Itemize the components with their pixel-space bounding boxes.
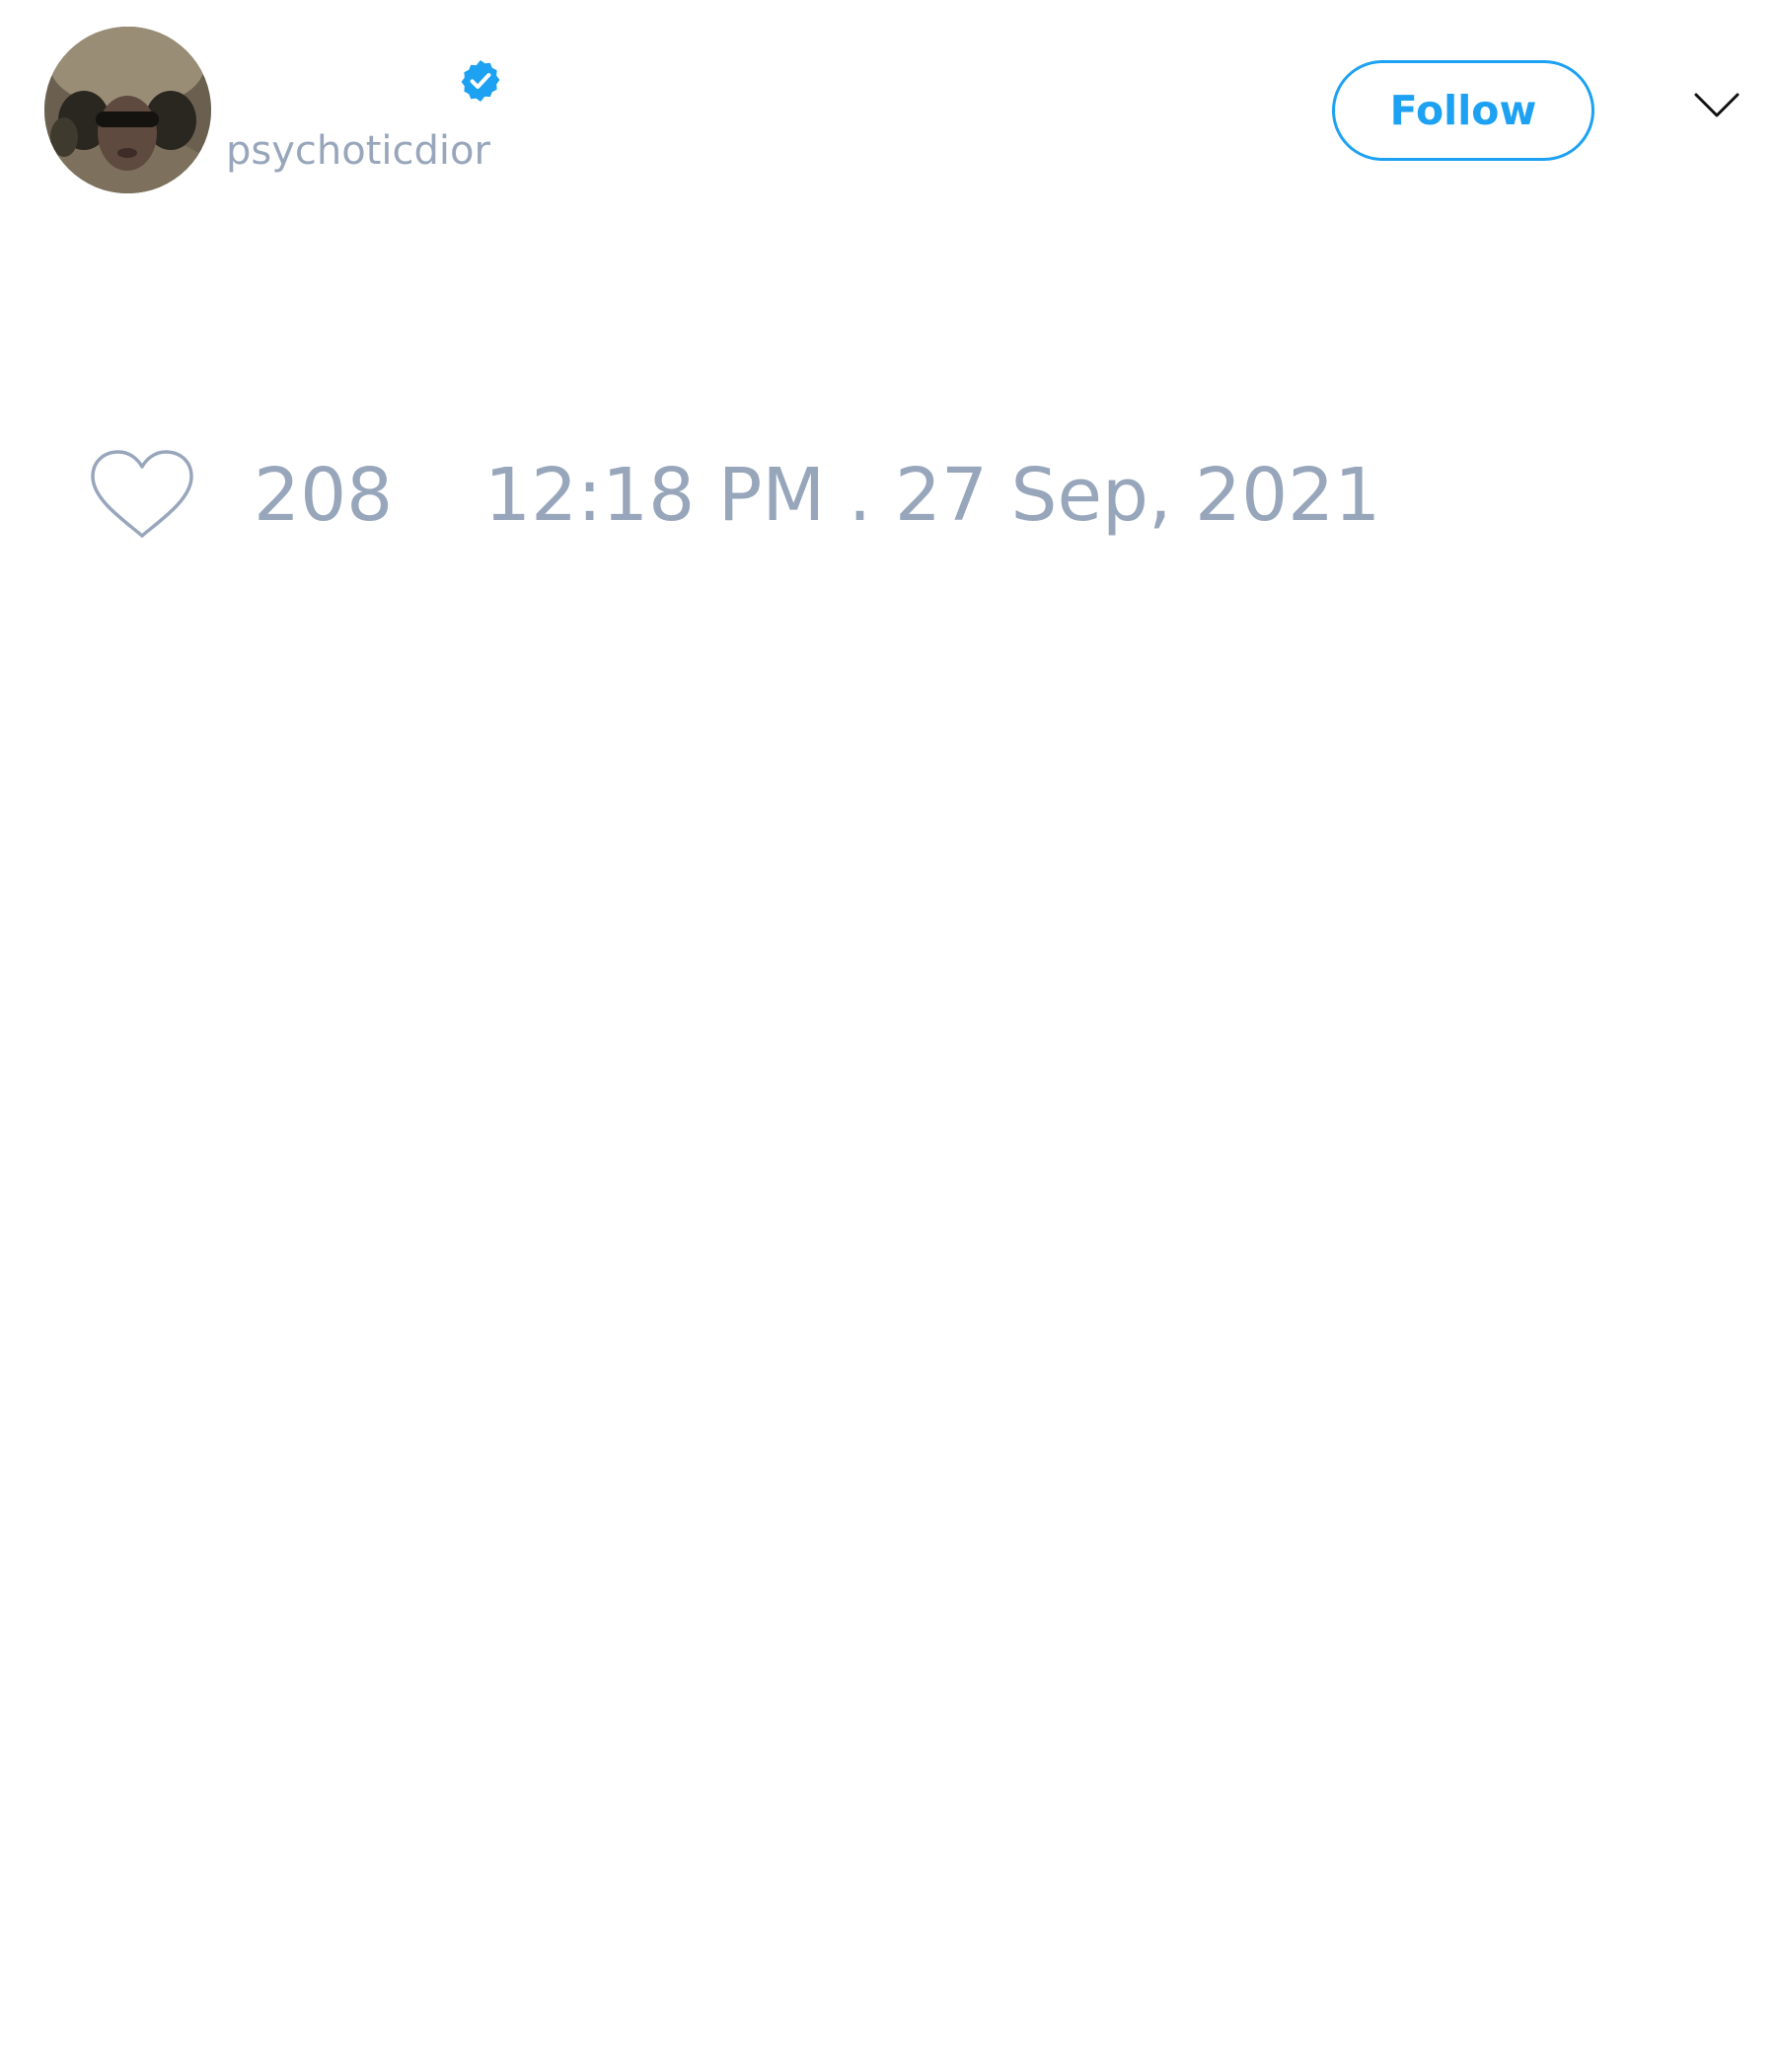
tweet-card: psychoticdior Follow 208 12:18 PM . 27 S… [0,0,1776,2072]
like-count: 208 [254,453,394,538]
avatar[interactable] [44,27,211,193]
tweet-timestamp[interactable]: 12:18 PM . 27 Sep, 2021 [484,456,1380,535]
follow-button[interactable]: Follow [1332,60,1594,161]
verified-badge-icon [461,60,500,102]
heart-icon[interactable] [89,449,195,544]
chevron-down-icon[interactable] [1693,91,1740,120]
avatar-photo-icon [44,27,211,193]
author-handle[interactable]: psychoticdior [226,126,490,176]
